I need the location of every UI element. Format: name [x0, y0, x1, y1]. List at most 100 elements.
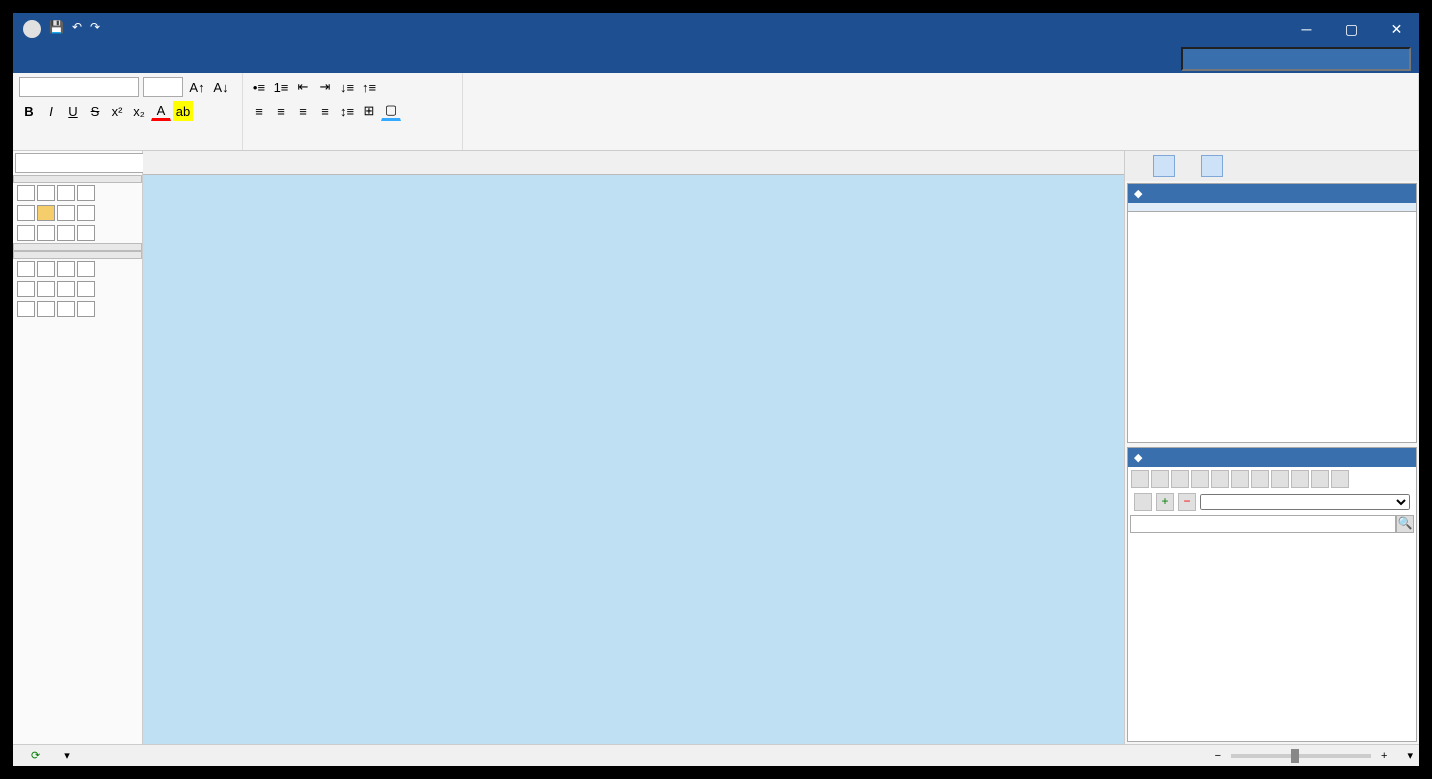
proj-btn-6[interactable] — [1231, 470, 1249, 488]
remove-icon[interactable]: − — [1178, 493, 1196, 511]
italic-button[interactable]: I — [41, 101, 61, 121]
superscript-button[interactable]: x² — [107, 101, 127, 121]
tool-12[interactable] — [77, 225, 95, 241]
pan-tool[interactable] — [77, 185, 95, 201]
tool-7[interactable] — [57, 205, 75, 221]
zoom-dropdown-icon[interactable]: ▾ — [1407, 749, 1413, 762]
save-icon[interactable]: 💾 — [49, 20, 64, 38]
bold-button[interactable]: B — [19, 101, 39, 121]
proj-btn-10[interactable] — [1311, 470, 1329, 488]
rrect-tool[interactable] — [37, 301, 55, 317]
proj-btn-5[interactable] — [1211, 470, 1229, 488]
proj-btn-3[interactable] — [1171, 470, 1189, 488]
proj-btn-9[interactable] — [1291, 470, 1309, 488]
align-justify-icon[interactable]: ≡ — [315, 101, 335, 121]
arc-tool[interactable] — [57, 281, 75, 297]
tool-5[interactable] — [17, 205, 35, 221]
proj-btn-4[interactable] — [1191, 470, 1209, 488]
panel-btn-1[interactable] — [1129, 155, 1151, 177]
line-tool[interactable] — [17, 261, 35, 277]
project-search-icon[interactable]: 🔍 — [1396, 515, 1414, 533]
panel-btn-8[interactable] — [1297, 155, 1319, 177]
panel-btn-10[interactable] — [1345, 155, 1367, 177]
arrow-tool[interactable] — [37, 261, 55, 277]
align-center-icon[interactable]: ≡ — [271, 101, 291, 121]
tool-9[interactable] — [17, 225, 35, 241]
indent-icon[interactable]: ⇥ — [315, 77, 335, 97]
panel-btn-2[interactable] — [1153, 155, 1175, 177]
highlight-button[interactable]: ab — [173, 101, 193, 121]
add-icon[interactable]: + — [1156, 493, 1174, 511]
curve-tool[interactable] — [77, 261, 95, 277]
font-size-combo[interactable] — [143, 77, 183, 97]
doc-content[interactable] — [1128, 212, 1416, 234]
ellipse-tool[interactable] — [17, 281, 35, 297]
rect-tool[interactable] — [17, 301, 35, 317]
panel-btn-4[interactable] — [1201, 155, 1223, 177]
app-icon — [23, 20, 41, 38]
underline-button[interactable]: U — [63, 101, 83, 121]
proj-btn-11[interactable] — [1331, 470, 1349, 488]
line-spacing-icon[interactable]: ↕≡ — [337, 101, 357, 121]
panel-btn-6[interactable] — [1249, 155, 1271, 177]
panel-btn-5[interactable] — [1225, 155, 1247, 177]
grow-font-icon[interactable]: A↑ — [187, 77, 207, 97]
zoom-slider[interactable] — [1231, 754, 1371, 758]
font-color-button[interactable]: A — [151, 101, 171, 121]
usecase-section[interactable] — [13, 243, 142, 251]
strike-button[interactable]: S — [85, 101, 105, 121]
right-icon-strip — [1125, 151, 1419, 181]
outdent-icon[interactable]: ⇤ — [293, 77, 313, 97]
number-list-icon[interactable]: 1≡ — [271, 77, 291, 97]
maximize-button[interactable]: ▢ — [1329, 13, 1374, 45]
title-bar: 💾 ↶ ↷ ─ ▢ ✕ — [13, 13, 1419, 45]
sync-icon: ⟳ — [31, 749, 40, 762]
project-view-select[interactable] — [1200, 494, 1410, 510]
project-tree[interactable] — [1128, 535, 1416, 741]
common-section[interactable] — [13, 175, 142, 183]
proj-btn-2[interactable] — [1151, 470, 1169, 488]
font-family-combo[interactable] — [19, 77, 139, 97]
diagram-canvas[interactable] — [143, 175, 1124, 744]
undo-icon[interactable]: ↶ — [72, 20, 82, 38]
tool-6[interactable] — [37, 205, 55, 221]
proj-btn-1[interactable] — [1131, 470, 1149, 488]
zoom-out-button[interactable]: − — [1215, 750, 1221, 762]
panel-btn-9[interactable] — [1321, 155, 1343, 177]
redo-icon[interactable]: ↷ — [90, 20, 100, 38]
status-dropdown-icon[interactable]: ▾ — [64, 749, 70, 762]
proj-btn-8[interactable] — [1271, 470, 1289, 488]
tool-10[interactable] — [37, 225, 55, 241]
tool-8[interactable] — [77, 205, 95, 221]
app-window: 💾 ↶ ↷ ─ ▢ ✕ A↑ A↓ B I U — [13, 13, 1419, 766]
zoom-tool[interactable] — [57, 185, 75, 201]
tool-11[interactable] — [57, 225, 75, 241]
panel-btn-7[interactable] — [1273, 155, 1295, 177]
minimize-button[interactable]: ─ — [1284, 13, 1329, 45]
pie-tool[interactable] — [37, 281, 55, 297]
sort-desc-icon[interactable]: ↑≡ — [359, 77, 379, 97]
panel-btn-3[interactable] — [1177, 155, 1199, 177]
sort-asc-icon[interactable]: ↓≡ — [337, 77, 357, 97]
align-right-icon[interactable]: ≡ — [293, 101, 313, 121]
shape-tool[interactable] — [77, 281, 95, 297]
align-left-icon[interactable]: ≡ — [249, 101, 269, 121]
menu-bar — [13, 45, 1419, 73]
grid-tool[interactable] — [77, 301, 95, 317]
lasso-tool[interactable] — [37, 185, 55, 201]
pointer-tool[interactable] — [17, 185, 35, 201]
table-tool[interactable] — [57, 301, 75, 317]
project-search-input[interactable] — [1130, 515, 1396, 533]
subscript-button[interactable]: x₂ — [129, 101, 149, 121]
proj-btn-7[interactable] — [1251, 470, 1269, 488]
fill-color-icon[interactable]: ▢ — [381, 101, 401, 121]
shrink-font-icon[interactable]: A↓ — [211, 77, 231, 97]
drawing-section[interactable] — [13, 251, 142, 259]
close-button[interactable]: ✕ — [1374, 13, 1419, 45]
bullet-list-icon[interactable]: •≡ — [249, 77, 269, 97]
borders-icon[interactable]: ⊞ — [359, 101, 379, 121]
refresh-icon[interactable] — [1134, 493, 1152, 511]
polyline-tool[interactable] — [57, 261, 75, 277]
zoom-in-button[interactable]: + — [1381, 750, 1387, 762]
menu-search-input[interactable] — [1181, 47, 1411, 71]
